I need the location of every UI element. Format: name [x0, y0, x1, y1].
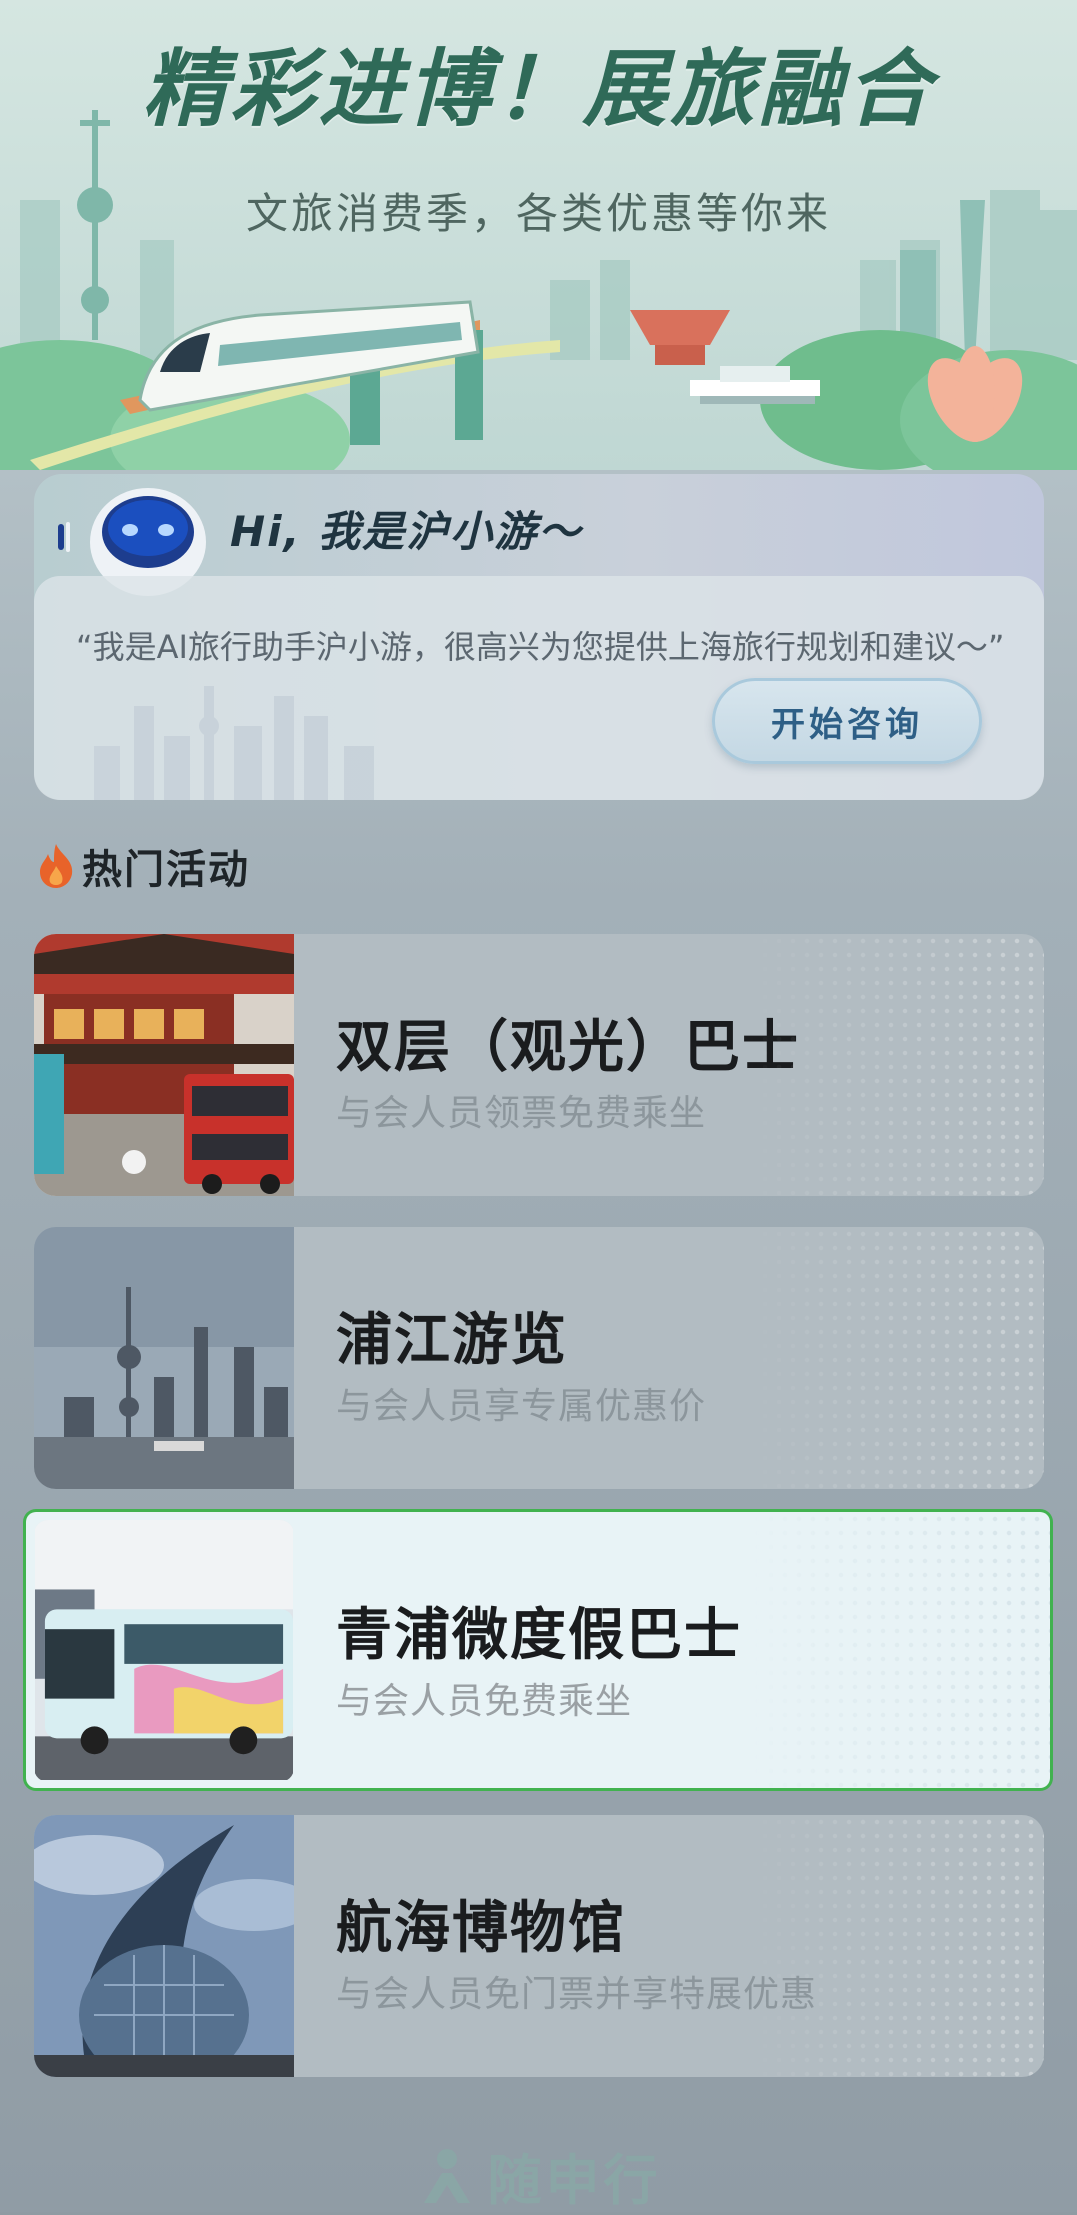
skyline-watermark: [94, 686, 374, 800]
section-title: 热门活动: [82, 847, 250, 893]
promo-banner[interactable]: 精彩进博！展旅融合 文旅消费季，各类优惠等你来: [0, 0, 1077, 470]
activity-description: 与会人员免费乘坐: [336, 1681, 633, 1722]
section-header-hot-activities: 热门活动: [36, 838, 250, 894]
footer-brand: 随申行: [0, 2136, 1077, 2215]
page: 精彩进博！展旅融合 文旅消费季，各类优惠等你来 Hi, 我是沪小游～ “我是AI…: [0, 0, 1077, 2212]
activity-card-qingpu-bus[interactable]: 青浦微度假巴士 与会人员免费乘坐: [26, 1512, 1050, 1788]
huangpu-river-skyline-photo: [34, 1227, 294, 1489]
activity-description: 与会人员领票免费乘坐: [336, 1093, 707, 1134]
assistant-greeting: Hi, 我是沪小游～: [230, 507, 583, 556]
assistant-body: “我是AI旅行助手沪小游，很高兴为您提供上海旅行规划和建议～” 开始咨询: [34, 576, 1044, 800]
activity-card-huangpu-cruise[interactable]: 浦江游览 与会人员享专属优惠价: [34, 1227, 1044, 1489]
footer-brand-name: 随申行: [487, 2149, 662, 2212]
activity-card-maritime-museum[interactable]: 航海博物馆 与会人员免门票并享特展优惠: [34, 1815, 1044, 2077]
maritime-museum-photo: [34, 1815, 294, 2077]
activity-description: 与会人员享专属优惠价: [336, 1386, 707, 1427]
activity-title: 浦江游览: [336, 1308, 568, 1373]
card-dot-pattern: [744, 1815, 1044, 2077]
card-dot-pattern: [744, 1227, 1044, 1489]
qingpu-tour-bus-photo: [34, 1520, 294, 1782]
banner-subtitle: 文旅消费季，各类优惠等你来: [245, 189, 831, 238]
card-dot-pattern: [744, 934, 1044, 1196]
activity-title: 双层（观光）巴士: [336, 1015, 800, 1080]
banner-title: 精彩进博！展旅融合: [142, 40, 935, 138]
activity-title: 航海博物馆: [336, 1896, 626, 1961]
activity-card-double-decker-bus[interactable]: 双层（观光）巴士 与会人员领票免费乘坐: [34, 934, 1044, 1196]
activity-title: 青浦微度假巴士: [336, 1603, 742, 1668]
assistant-intro-text: “我是AI旅行助手沪小游，很高兴为您提供上海旅行规划和建议～”: [76, 628, 1005, 666]
double-decker-bus-photo: [34, 934, 294, 1196]
person-logo-icon: [423, 2148, 470, 2203]
card-dot-pattern: [750, 1512, 1050, 1788]
flame-icon: [40, 844, 73, 888]
start-consult-button[interactable]: 开始咨询: [712, 678, 982, 764]
ai-assistant-card: Hi, 我是沪小游～ “我是AI旅行助手沪小游，很高兴为您提供上海旅行规划和建议…: [34, 474, 1044, 800]
